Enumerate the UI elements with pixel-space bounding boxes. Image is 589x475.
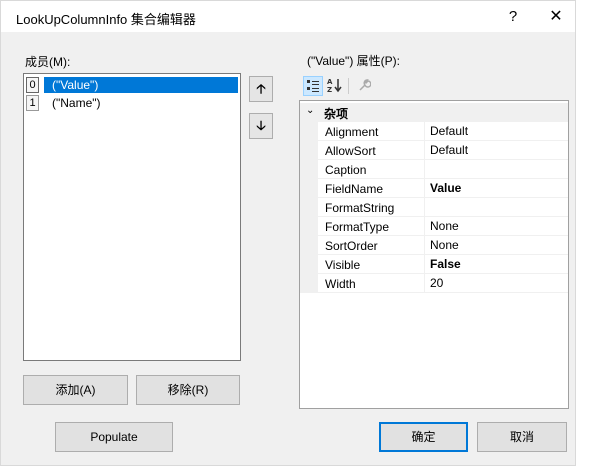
alphabetical-button[interactable]: A Z: [325, 76, 345, 96]
populate-button[interactable]: Populate: [55, 422, 173, 452]
dialog-title: LookUpColumnInfo 集合编辑器: [16, 12, 196, 27]
properties-label: ("Value") 属性(P):: [307, 54, 400, 68]
ok-button[interactable]: 确定: [379, 422, 468, 452]
row-gutter: [300, 236, 318, 255]
row-gutter: [300, 217, 318, 236]
property-row[interactable]: AllowSort Default: [300, 141, 568, 160]
property-name: FormatString: [325, 201, 395, 215]
down-arrow-icon: 🡣: [256, 118, 266, 133]
categorized-icon: [307, 80, 319, 92]
property-name: Visible: [325, 258, 361, 272]
property-value[interactable]: None: [424, 236, 568, 255]
close-button[interactable]: ✕: [538, 6, 574, 28]
property-row[interactable]: Caption: [300, 160, 568, 179]
members-label: 成员(M):: [25, 55, 71, 69]
property-name: Caption: [325, 163, 367, 177]
cancel-button[interactable]: 取消: [477, 422, 567, 452]
category-label: 杂项: [324, 107, 349, 121]
property-row[interactable]: Visible False: [300, 255, 568, 274]
list-item[interactable]: 0 ("Value"): [24, 76, 240, 94]
property-name: Width: [325, 277, 356, 291]
collection-editor-dialog: LookUpColumnInfo 集合编辑器 ? ✕ 成员(M): 0 ("Va…: [0, 0, 576, 466]
property-name: FormatType: [325, 220, 390, 234]
row-gutter: [300, 255, 318, 274]
property-value[interactable]: [424, 160, 568, 179]
property-name: Alignment: [325, 125, 379, 139]
svg-text:Z: Z: [327, 86, 332, 93]
category-row[interactable]: ⌄ 杂项: [300, 103, 568, 122]
move-down-button[interactable]: 🡣: [249, 113, 273, 139]
property-row[interactable]: Width 20: [300, 274, 568, 293]
remove-button[interactable]: 移除(R): [136, 375, 240, 405]
move-up-button[interactable]: 🡡: [249, 76, 273, 102]
categorized-button[interactable]: [303, 76, 323, 96]
alphabetical-icon: A Z: [327, 78, 342, 94]
title-bar: LookUpColumnInfo 集合编辑器 ? ✕: [1, 1, 575, 32]
property-name: FieldName: [325, 182, 384, 196]
property-value[interactable]: None: [424, 217, 568, 236]
property-value[interactable]: 20: [424, 274, 568, 293]
property-name: SortOrder: [325, 239, 378, 253]
property-grid[interactable]: ⌄ 杂项 Alignment Default AllowSort Default Cap…: [299, 100, 569, 409]
list-item[interactable]: 1 ("Name"): [24, 94, 240, 112]
row-gutter: [300, 274, 318, 293]
list-item-index: 0: [26, 77, 39, 93]
property-row[interactable]: FormatString: [300, 198, 568, 217]
toolbar-separator: [348, 78, 349, 94]
list-item-text: ("Name"): [52, 96, 101, 110]
property-name: AllowSort: [325, 144, 376, 158]
row-gutter: [300, 122, 318, 141]
property-row[interactable]: FormatType None: [300, 217, 568, 236]
up-arrow-icon: 🡡: [256, 81, 266, 96]
property-row[interactable]: SortOrder None: [300, 236, 568, 255]
row-gutter: [300, 198, 318, 217]
add-button[interactable]: 添加(A): [23, 375, 128, 405]
svg-text:A: A: [327, 78, 333, 86]
property-row[interactable]: Alignment Default: [300, 122, 568, 141]
property-value[interactable]: Default: [424, 122, 568, 141]
property-pages-button[interactable]: [354, 76, 374, 96]
property-value[interactable]: False: [424, 255, 568, 274]
property-value[interactable]: Default: [424, 141, 568, 160]
members-list[interactable]: 0 ("Value") 1 ("Name"): [23, 73, 241, 361]
background-window-edge: [576, 0, 589, 475]
collapse-icon[interactable]: ⌄: [306, 105, 314, 116]
property-value[interactable]: [424, 198, 568, 217]
list-item-index: 1: [26, 95, 39, 111]
row-gutter: [300, 141, 318, 160]
list-item-text: ("Value"): [44, 77, 238, 93]
help-button[interactable]: ?: [498, 6, 528, 28]
row-gutter: [300, 160, 318, 179]
property-row[interactable]: FieldName Value: [300, 179, 568, 198]
property-value[interactable]: Value: [424, 179, 568, 198]
row-gutter: [300, 179, 318, 198]
property-pages-icon: [359, 79, 372, 91]
